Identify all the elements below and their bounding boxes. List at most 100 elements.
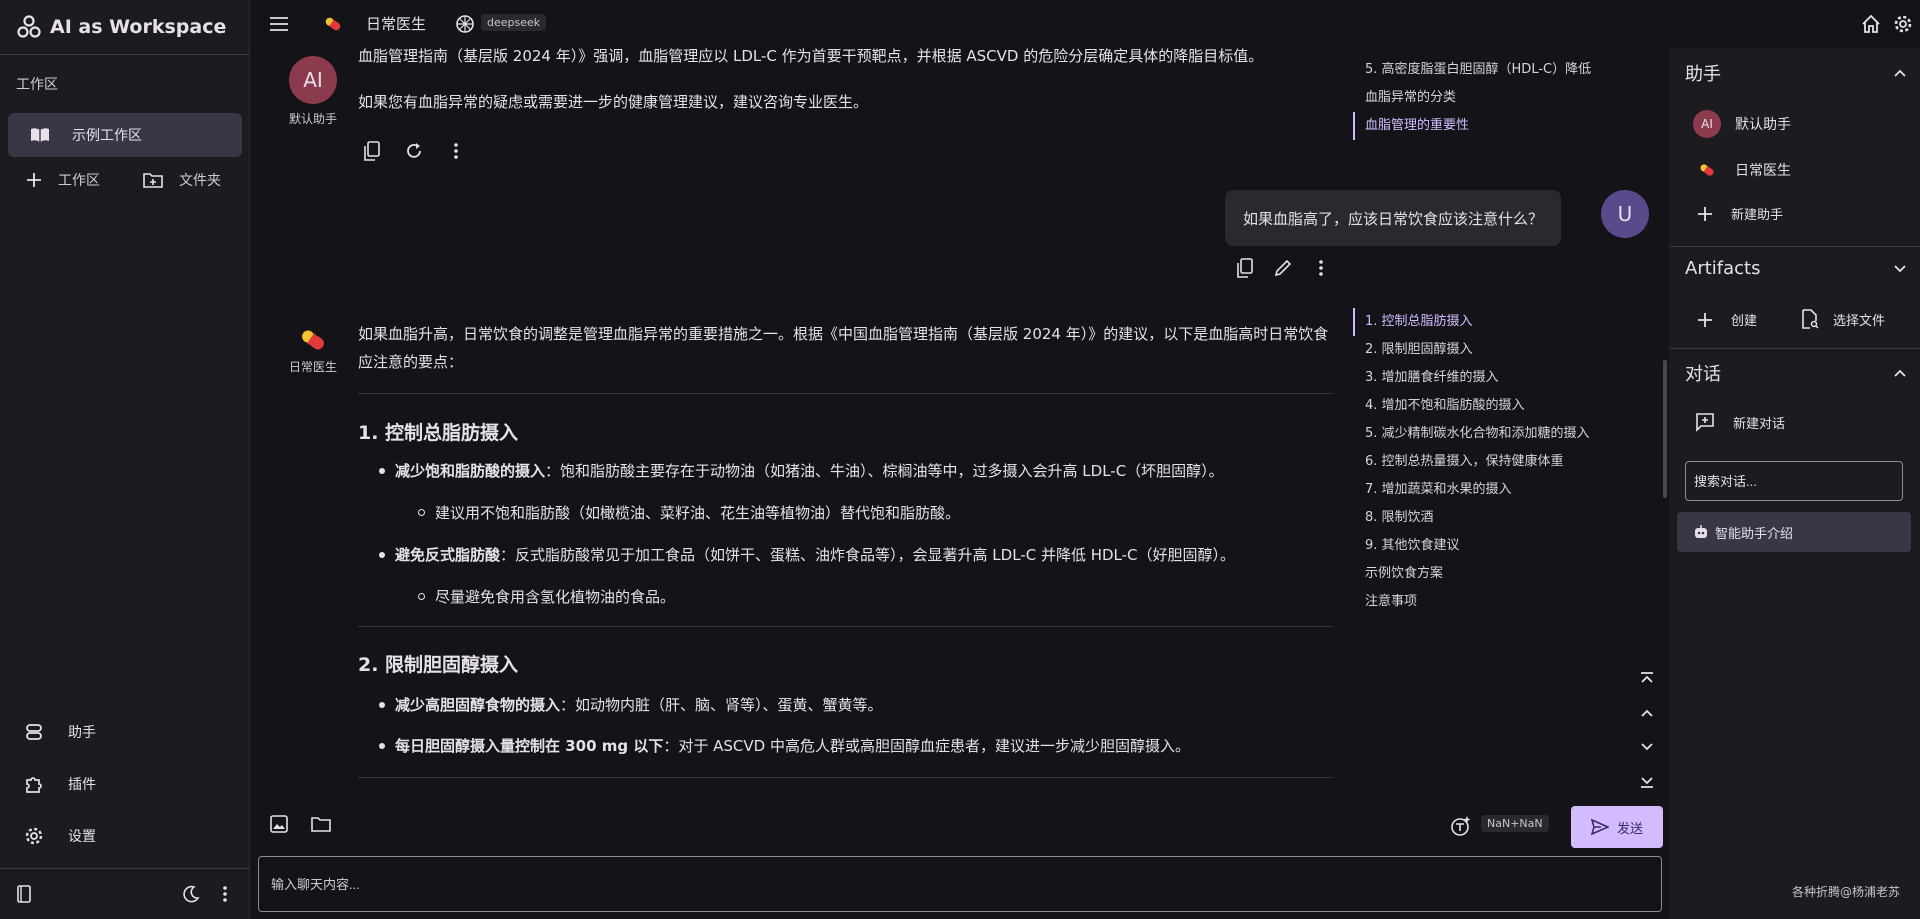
toc-item[interactable]: 7. 增加蔬菜和水果的摄入: [1353, 476, 1590, 504]
user-avatar: U: [1601, 190, 1649, 238]
section-title: 助手: [1685, 64, 1721, 85]
artifacts-section-header[interactable]: Artifacts: [1685, 258, 1907, 279]
bullet-bold: 减少高胆固醇食物的摄入: [395, 696, 561, 714]
new-assistant-button[interactable]: 新建助手: [1697, 204, 1783, 223]
scroll-top-icon[interactable]: [1633, 665, 1661, 693]
more-vert-icon[interactable]: [211, 880, 239, 908]
toc-item[interactable]: 6. 控制总热量摄入，保持健康体重: [1353, 448, 1590, 476]
assistants-section-header[interactable]: 助手: [1685, 60, 1907, 86]
avatar: AI: [1693, 110, 1721, 138]
toc-item[interactable]: 3. 增加膳食纤维的摄入: [1353, 364, 1590, 392]
sub-bullet-item: 建议用不饱和脂肪酸（如橄榄油、菜籽油、花生油等植物油）替代饱和脂肪酸。: [418, 502, 960, 523]
input-bar: NaN+NaN 发送: [251, 796, 1669, 919]
chevron-up-icon[interactable]: [1633, 699, 1661, 727]
more-vert-icon[interactable]: [1307, 254, 1335, 282]
dialogs-section-header[interactable]: 对话: [1685, 360, 1907, 386]
avatar-label: 日常医生: [288, 360, 337, 374]
app-brand[interactable]: AI as Workspace: [16, 12, 226, 42]
message-avatar-block: AI 默认助手: [273, 56, 353, 127]
chevron-down-icon[interactable]: [1633, 733, 1661, 761]
assistant-item-doctor[interactable]: 日常医生: [1693, 156, 1791, 184]
toc-item[interactable]: 2. 限制胆固醇摄入: [1353, 336, 1590, 364]
current-assistant-name[interactable]: 日常医生: [366, 13, 426, 34]
chat-input[interactable]: [258, 856, 1662, 912]
answer-avatar-block: 日常医生: [273, 316, 353, 375]
create-label: 创建: [1731, 314, 1758, 329]
new-assistant-label: 新建助手: [1731, 208, 1784, 223]
divider: [0, 54, 250, 55]
message-text: 血脂管理指南（基层版 2024 年）》强调，血脂管理应以 LDL-C 作为首要干…: [358, 48, 1264, 65]
nav-item-label: 插件: [68, 777, 96, 793]
toc-item[interactable]: 4. 非高密度脂蛋白胆固醇（非 HDL-C）升高: [1353, 48, 1621, 56]
toc-item[interactable]: 血脂异常的分类: [1353, 84, 1621, 112]
token-count-icon[interactable]: [1447, 812, 1475, 840]
settings-gear-icon[interactable]: [1889, 10, 1917, 38]
send-button[interactable]: 发送: [1571, 806, 1663, 848]
toc-item-active[interactable]: 1. 控制总脂肪摄入: [1353, 308, 1590, 336]
bullet-dot: [379, 468, 385, 474]
new-dialog-button[interactable]: 新建对话: [1695, 412, 1785, 432]
edit-icon[interactable]: [1269, 254, 1297, 282]
toc-item-active[interactable]: 血脂管理的重要性: [1353, 112, 1621, 140]
copy-icon[interactable]: [1231, 254, 1259, 282]
section-heading: 2. 限制胆固醇摄入: [358, 654, 519, 676]
add-workspace-button[interactable]: 工作区: [26, 170, 100, 190]
chat-area: AI 默认助手 血脂管理指南（基层版 2024 年）》强调，血脂管理应以 LDL…: [251, 48, 1669, 796]
send-label: 发送: [1616, 821, 1643, 837]
bullet-text: ：对于 ASCVD 中高危人群或高胆固醇血症患者，建议进一步减少胆固醇摄入。: [663, 737, 1190, 755]
toc-item[interactable]: 注意事项: [1353, 588, 1590, 616]
toc-item[interactable]: 5. 高密度脂蛋白胆固醇（HDL-C）降低: [1353, 56, 1621, 84]
robot-icon: [1693, 524, 1709, 540]
more-vert-icon[interactable]: [442, 137, 470, 165]
choose-file-button[interactable]: 选择文件: [1801, 309, 1885, 329]
nav-item-plugins[interactable]: 插件: [24, 774, 96, 794]
nav-item-settings[interactable]: 设置: [24, 826, 96, 846]
assistant-item-default[interactable]: AI 默认助手: [1693, 110, 1791, 138]
book-icon[interactable]: [10, 880, 38, 908]
avatar: AI: [289, 56, 337, 104]
avatar-label: 默认助手: [288, 112, 337, 126]
toc-item[interactable]: 9. 其他饮食建议: [1353, 532, 1590, 560]
add-folder-label: 文件夹: [179, 173, 221, 189]
nav-item-assistant[interactable]: 助手: [24, 722, 96, 742]
choose-file-label: 选择文件: [1833, 313, 1886, 329]
model-chip[interactable]: deepseek: [481, 14, 547, 31]
assistant-icon: [24, 722, 44, 742]
chevron-down-icon: [1893, 264, 1907, 274]
folder-plus-icon: [143, 172, 163, 188]
workspace-item-label: 示例工作区: [72, 128, 142, 144]
message-actions: [358, 137, 470, 165]
token-count-chip: NaN+NaN: [1481, 815, 1549, 832]
workspace-item-example[interactable]: 示例工作区: [8, 113, 242, 157]
dialog-item-label: 智能助手介绍: [1715, 526, 1794, 542]
add-chat-icon: [1695, 412, 1715, 432]
bullet-text: 建议用不饱和脂肪酸（如橄榄油、菜籽油、花生油等植物油）替代饱和脂肪酸。: [435, 504, 961, 522]
create-artifact-button[interactable]: 创建: [1697, 310, 1757, 329]
top-bar: 日常医生 deepseek: [251, 0, 1920, 48]
menu-icon[interactable]: [265, 10, 293, 38]
dialog-item[interactable]: 智能助手介绍: [1677, 512, 1911, 552]
dark-mode-icon[interactable]: [177, 880, 205, 908]
chevron-up-icon: [1893, 368, 1907, 378]
toc-item[interactable]: 5. 减少精制碳水化合物和添加糖的摄入: [1353, 420, 1590, 448]
folder-icon[interactable]: [307, 810, 335, 838]
toc-item[interactable]: 4. 增加不饱和脂肪酸的摄入: [1353, 392, 1590, 420]
bullet-bold: 减少饱和脂肪酸的摄入: [395, 462, 546, 480]
toc-item[interactable]: 8. 限制饮酒: [1353, 504, 1590, 532]
add-folder-button[interactable]: 文件夹: [143, 170, 221, 190]
scrollbar-thumb[interactable]: [1663, 360, 1667, 498]
divider: [358, 777, 1333, 778]
bullet-text: ：反式脂肪酸常见于加工食品（如饼干、蛋糕、油炸食品等），会显著升高 LDL-C …: [500, 546, 1236, 564]
refresh-icon[interactable]: [400, 137, 428, 165]
user-message-actions: [1231, 254, 1335, 282]
image-icon[interactable]: [265, 810, 293, 838]
home-icon[interactable]: [1857, 10, 1885, 38]
toc-item[interactable]: 示例饮食方案: [1353, 560, 1590, 588]
dialog-search-input[interactable]: [1685, 461, 1903, 501]
send-icon: [1590, 819, 1609, 835]
answer-toc: 1. 控制总脂肪摄入 2. 限制胆固醇摄入 3. 增加膳食纤维的摄入 4. 增加…: [1353, 308, 1590, 616]
user-message-bubble: 如果血脂高了，应该日常饮食应该注意什么？: [1225, 190, 1562, 246]
divider: [358, 626, 1333, 627]
copy-icon[interactable]: [358, 137, 386, 165]
scroll-bottom-icon[interactable]: [1633, 767, 1661, 795]
